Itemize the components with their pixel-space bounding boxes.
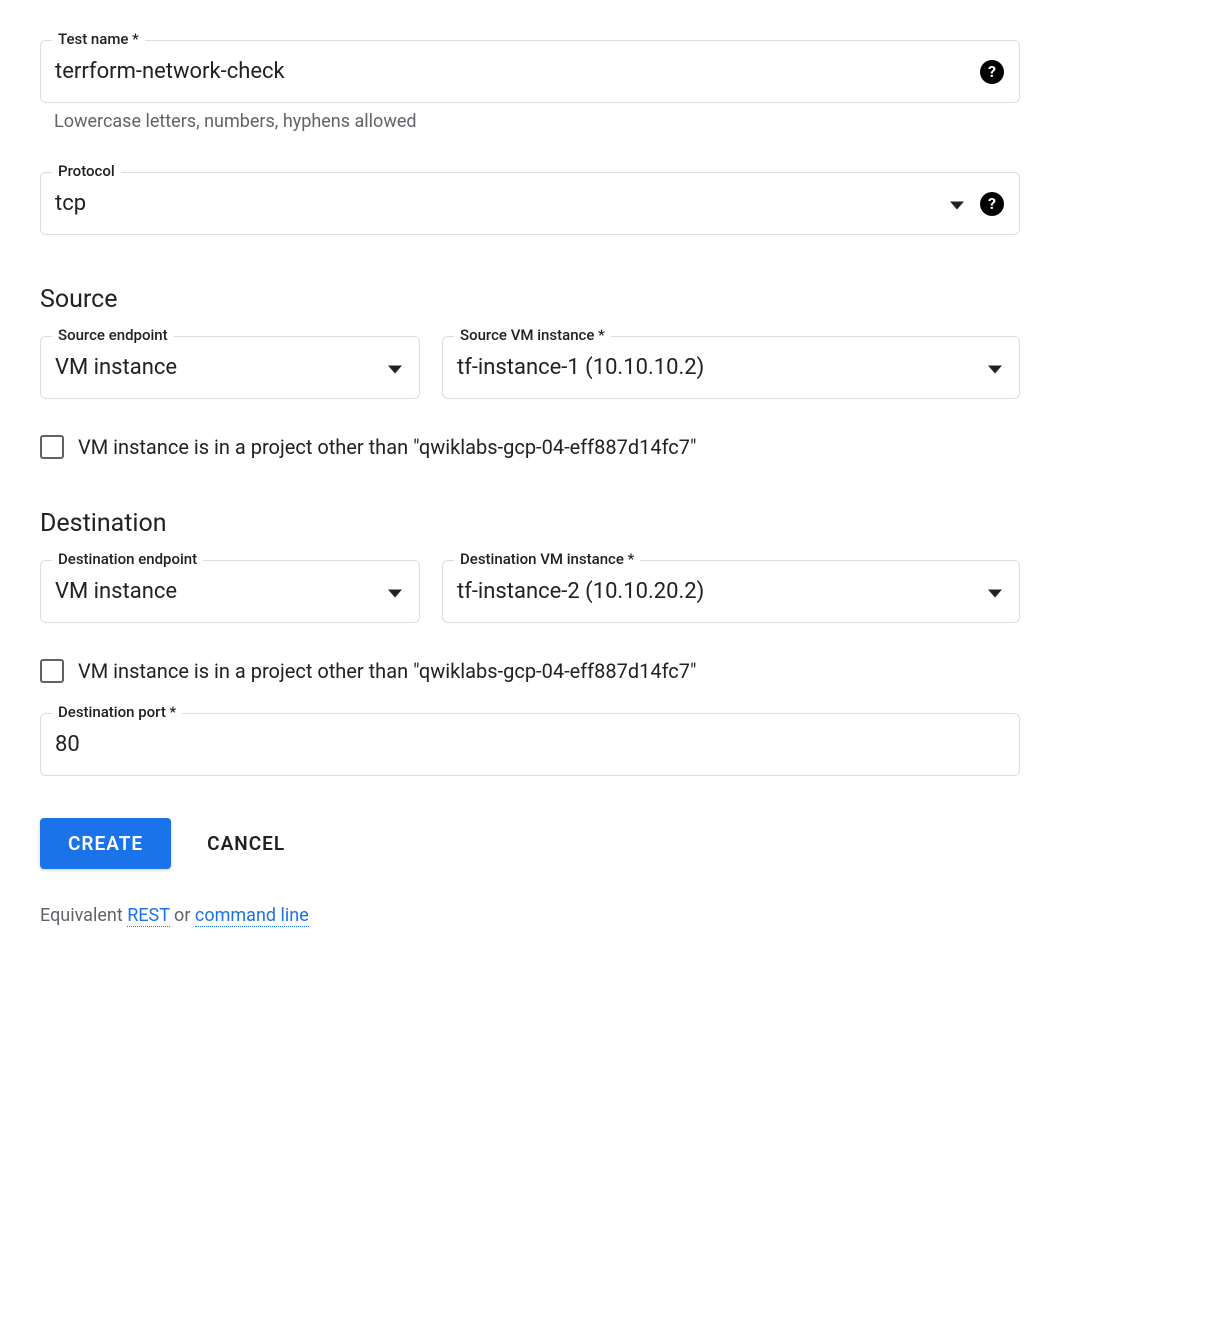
destination-row: Destination endpoint VM instance Destina… (40, 560, 1020, 631)
source-vm-select[interactable]: tf-instance-1 (10.10.10.2) (442, 336, 1020, 399)
equivalent-prefix: Equivalent (40, 905, 127, 926)
test-name-field-wrapper: Test name * ? (40, 40, 1020, 103)
destination-vm-label: Destination VM instance * (454, 550, 640, 568)
protocol-label: Protocol (52, 162, 121, 180)
source-vm-label: Source VM instance * (454, 326, 611, 344)
destination-heading: Destination (40, 509, 1020, 538)
equivalent-row: Equivalent REST or command line (40, 905, 1020, 926)
destination-vm-select[interactable]: tf-instance-2 (10.10.20.2) (442, 560, 1020, 623)
create-button[interactable]: CREATE (40, 818, 171, 869)
destination-port-label: Destination port * (52, 703, 182, 721)
destination-port-wrapper: Destination port * (40, 713, 1020, 776)
destination-other-project-checkbox[interactable] (40, 659, 64, 683)
source-endpoint-wrapper: Source endpoint VM instance (40, 336, 420, 399)
connectivity-test-form: Test name * ? Lowercase letters, numbers… (40, 40, 1020, 926)
cancel-button[interactable]: CANCEL (207, 832, 285, 855)
source-vm-wrapper: Source VM instance * tf-instance-1 (10.1… (442, 336, 1020, 399)
button-row: CREATE CANCEL (40, 818, 1020, 869)
equivalent-rest-link[interactable]: REST (127, 905, 169, 927)
equivalent-cmd-link[interactable]: command line (195, 905, 309, 927)
source-endpoint-label: Source endpoint (52, 326, 174, 344)
destination-port-input[interactable] (40, 713, 1020, 776)
destination-vm-wrapper: Destination VM instance * tf-instance-2 … (442, 560, 1020, 623)
destination-other-project-label[interactable]: VM instance is in a project other than "… (78, 659, 696, 683)
protocol-field-wrapper: Protocol tcp ? (40, 172, 1020, 235)
protocol-select[interactable]: tcp (40, 172, 1020, 235)
destination-endpoint-wrapper: Destination endpoint VM instance (40, 560, 420, 623)
destination-endpoint-label: Destination endpoint (52, 550, 203, 568)
help-icon[interactable]: ? (980, 192, 1004, 216)
test-name-input[interactable] (40, 40, 1020, 103)
equivalent-or: or (170, 905, 195, 926)
source-row: Source endpoint VM instance Source VM in… (40, 336, 1020, 407)
source-heading: Source (40, 285, 1020, 314)
source-other-project-label[interactable]: VM instance is in a project other than "… (78, 435, 696, 459)
help-icon[interactable]: ? (980, 60, 1004, 84)
test-name-label: Test name * (52, 30, 145, 48)
source-endpoint-select[interactable]: VM instance (40, 336, 420, 399)
destination-other-project-row[interactable]: VM instance is in a project other than "… (40, 659, 1020, 683)
source-other-project-checkbox[interactable] (40, 435, 64, 459)
destination-endpoint-select[interactable]: VM instance (40, 560, 420, 623)
source-other-project-row[interactable]: VM instance is in a project other than "… (40, 435, 1020, 459)
test-name-helper: Lowercase letters, numbers, hyphens allo… (40, 111, 1020, 132)
